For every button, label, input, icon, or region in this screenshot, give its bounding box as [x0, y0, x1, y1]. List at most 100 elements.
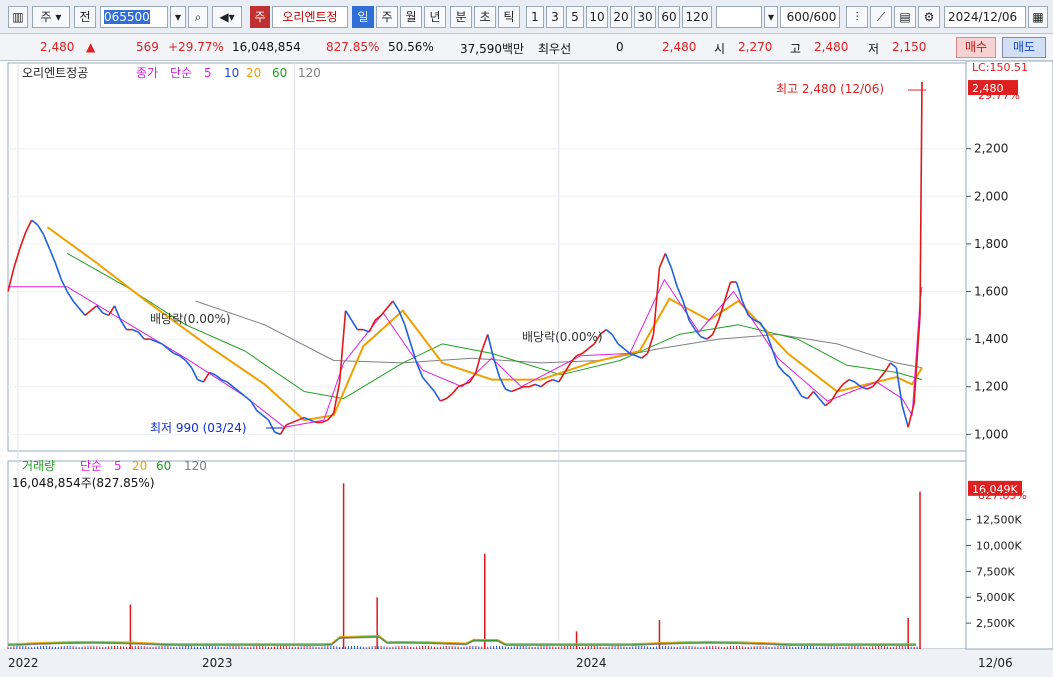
chart-title: 오리엔트정공	[22, 66, 88, 80]
type-label: 주	[40, 10, 52, 24]
interval-30[interactable]: 30	[634, 6, 656, 28]
turnover-rate: 50.56%	[388, 40, 434, 54]
interval-20[interactable]: 20	[610, 6, 632, 28]
low-price: 2,150	[892, 40, 927, 54]
x-tick-label: 2023	[202, 656, 233, 670]
x-tick-label: 2022	[8, 656, 39, 670]
interval-3[interactable]: 3	[546, 6, 564, 28]
period-minute[interactable]: 분	[450, 6, 472, 28]
high-label: 고	[790, 42, 802, 56]
period-tick[interactable]: 틱	[498, 6, 520, 28]
count-total: /600	[809, 10, 837, 24]
up-arrow-icon: ▲	[86, 40, 96, 54]
price-tick-label: 1,800	[974, 237, 1008, 251]
stock-chart[interactable]: 2,500K5,000K7,500K10,000K12,500K 16,049K…	[0, 61, 1053, 677]
prev-button[interactable]: 전	[74, 6, 96, 28]
x-tick-label: 12/06	[978, 656, 1013, 670]
period-day[interactable]: 일	[352, 6, 374, 28]
chevron-down-icon[interactable]: ▾	[170, 6, 186, 28]
price-tick-label: 1,400	[974, 332, 1008, 346]
chart-frame	[0, 61, 1053, 677]
volume-summary: 16,048,854주(827.85%)	[12, 476, 155, 490]
quote-bar: 2,480 ▲ 569 +29.77% 16,048,854 827.85% 5…	[0, 34, 1053, 61]
annotation-high: 최고 2,480 (12/06)	[776, 82, 884, 96]
speaker-icon[interactable]: ◀▾	[212, 6, 242, 28]
period-month[interactable]: 월	[400, 6, 422, 28]
volume-tick-label: 10,000K	[976, 539, 1022, 552]
legend-price-label: 종가	[136, 66, 158, 80]
legend-ma120: 120	[298, 66, 321, 80]
legend-ma5: 5	[204, 66, 212, 80]
high-price: 2,480	[814, 40, 849, 54]
interval-5[interactable]: 5	[566, 6, 584, 28]
last-price-badge-text: 2,480	[972, 82, 1004, 95]
x-tick-label: 2024	[576, 656, 607, 670]
annotation-dividend-1: 배당락(0.00%)	[150, 312, 231, 326]
code-value: 065500	[104, 10, 150, 24]
price-panel	[7, 62, 967, 452]
volume-ma-type: 단순	[80, 459, 102, 473]
open-price: 2,270	[738, 40, 773, 54]
period-week[interactable]: 주	[376, 6, 398, 28]
date-input[interactable]: 2024/12/06	[944, 6, 1026, 28]
market-badge: 주	[250, 6, 270, 28]
annotation-low: 최저 990 (03/24)	[150, 421, 247, 435]
type-select[interactable]: 주 ▾	[32, 6, 70, 28]
price-change-pct: +29.77%	[168, 40, 224, 54]
price-tick-label: 2,000	[974, 189, 1008, 203]
calendar-icon[interactable]: ▦	[1028, 6, 1048, 28]
volume-tick-label: 5,000K	[976, 591, 1015, 604]
priority-value: 0	[616, 40, 624, 54]
price-tick-label: 2,200	[974, 142, 1008, 156]
count-value: 600	[786, 10, 810, 24]
price-change: 569	[136, 40, 159, 54]
menu-icon[interactable]: ▥	[8, 6, 28, 28]
interval-10[interactable]: 10	[586, 6, 608, 28]
legend-ma10: 10	[224, 66, 239, 80]
volume: 16,048,854	[232, 40, 301, 54]
line-icon[interactable]: ⟋	[870, 6, 892, 28]
priority-price: 2,480	[662, 40, 697, 54]
save-icon[interactable]: ▤	[894, 6, 916, 28]
legend-ma-type: 단순	[170, 66, 192, 80]
price-tick-label: 1,000	[974, 427, 1008, 441]
sell-button[interactable]: 매도	[1002, 37, 1046, 58]
chevron-down-icon[interactable]: ▾	[764, 6, 778, 28]
volume-legend-ma120: 120	[184, 459, 207, 473]
price-tick-label: 1,200	[974, 380, 1008, 394]
volume-last-ratio: 827.85%	[978, 489, 1027, 502]
count-input[interactable]: 600/600	[780, 6, 840, 28]
volume-legend-ma5: 5	[114, 459, 122, 473]
gear-icon[interactable]: ⚙	[918, 6, 940, 28]
volume-title: 거래량	[22, 459, 55, 473]
price-tick-label: 1,600	[974, 285, 1008, 299]
buy-button[interactable]: 매수	[956, 37, 996, 58]
volume-legend-ma60: 60	[156, 459, 171, 473]
volume-tick-label: 7,500K	[976, 565, 1015, 578]
volume-legend-ma20: 20	[132, 459, 147, 473]
interval-60[interactable]: 60	[658, 6, 680, 28]
period-second[interactable]: 초	[474, 6, 496, 28]
interval-120[interactable]: 120	[682, 6, 712, 28]
volume-tick-label: 12,500K	[976, 514, 1022, 527]
current-price: 2,480	[40, 40, 75, 54]
custom-interval-input[interactable]	[716, 6, 762, 28]
lc-label: LC:150.51	[972, 61, 1028, 74]
search-icon[interactable]: ⌕	[188, 6, 208, 28]
open-label: 시	[714, 42, 726, 56]
toolbar: ▥ 주 ▾ 전 065500 ▾ ⌕ ◀▾ 주 오리엔트정 일 주 월 년 분 …	[0, 0, 1053, 34]
interval-1[interactable]: 1	[526, 6, 544, 28]
priority-label: 최우선	[538, 42, 572, 56]
trade-amount: 37,590백만	[460, 42, 525, 56]
legend-ma60: 60	[272, 66, 287, 80]
period-year[interactable]: 년	[424, 6, 446, 28]
legend-ma20: 20	[246, 66, 261, 80]
candle-icon[interactable]: ⫶	[846, 6, 868, 28]
x-axis-bar	[0, 649, 1053, 677]
code-input[interactable]: 065500	[100, 6, 168, 28]
stock-name[interactable]: 오리엔트정	[272, 6, 348, 28]
low-label: 저	[868, 42, 880, 56]
volume-ratio: 827.85%	[326, 40, 380, 54]
volume-tick-label: 2,500K	[976, 617, 1015, 630]
annotation-dividend-2: 배당락(0.00%)	[522, 330, 603, 344]
